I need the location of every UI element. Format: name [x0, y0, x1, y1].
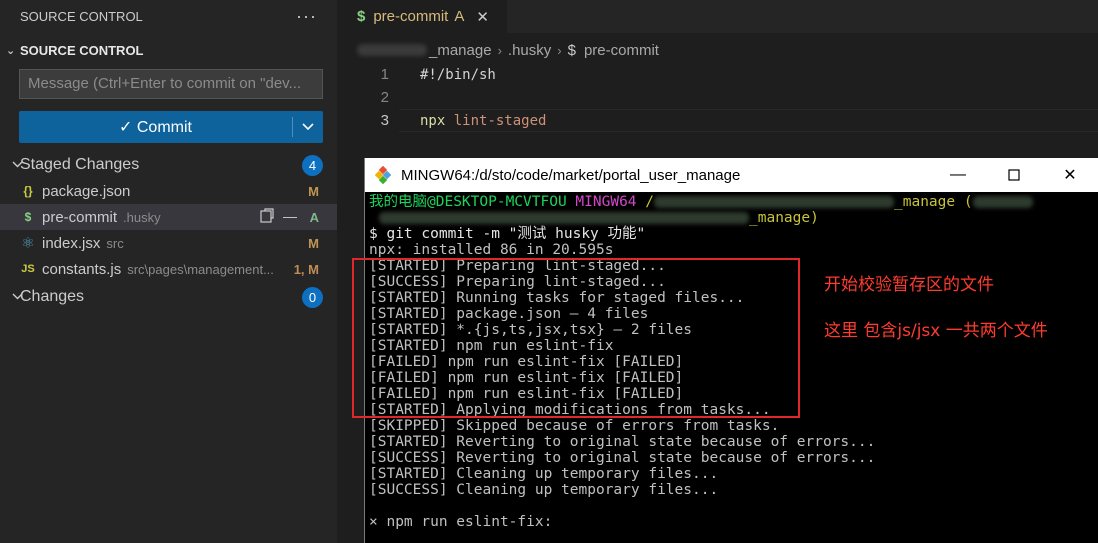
git-icon	[374, 165, 393, 185]
highlight-box	[352, 258, 800, 418]
breadcrumb-item[interactable]: _manage	[429, 42, 492, 59]
blurred-text	[972, 196, 1033, 208]
close-icon[interactable]: ✕	[1042, 158, 1098, 192]
annotation-note: 开始校验暂存区的文件	[824, 275, 994, 295]
shell-file-icon: $	[24, 210, 32, 224]
chevron-down-icon	[0, 160, 23, 171]
shell-file-icon: $	[567, 41, 576, 59]
staged-file-row[interactable]: {} package.json M	[0, 178, 337, 204]
shebang: #!/bin/sh	[420, 66, 496, 83]
open-file-icon[interactable]	[259, 207, 275, 227]
terminal-line: [SUCCESS] Cleaning up temporary files...	[369, 482, 719, 498]
file-name: pre-commit	[42, 208, 118, 226]
blurred-text	[357, 44, 427, 56]
staged-file-row[interactable]: JS constants.js src\pages\management... …	[0, 256, 337, 282]
code-line[interactable]: 2	[337, 86, 389, 109]
file-status: M	[308, 183, 319, 199]
terminal-prompt-line2: _manage)	[369, 210, 1098, 226]
terminal-titlebar: MINGW64:/d/sto/code/market/portal_user_m…	[365, 158, 1098, 192]
code-argument: lint-staged	[453, 112, 547, 129]
file-name: constants.js	[42, 260, 122, 278]
prompt-user: 我的电脑@DESKTOP-MCVTFOU	[369, 194, 567, 210]
source-control-section[interactable]: ⌄ SOURCE CONTROL	[0, 33, 337, 67]
prompt-path: /	[645, 194, 654, 210]
terminal-title: MINGW64:/d/sto/code/market/portal_user_m…	[401, 166, 741, 184]
file-path: src\pages\management...	[127, 261, 274, 277]
file-name: index.jsx	[42, 234, 101, 252]
tab-label: pre-commit	[373, 8, 449, 25]
changes-group[interactable]: Changes 0	[0, 284, 337, 310]
terminal-line: [STARTED] Cleaning up temporary files...	[369, 466, 719, 482]
line-number: 2	[380, 89, 389, 106]
terminal-line: npx: installed 86 in 20.595s	[369, 242, 614, 258]
blurred-text	[379, 212, 749, 224]
minimize-icon[interactable]: —	[930, 158, 986, 192]
shell-file-icon: $	[357, 8, 366, 25]
chevron-right-icon: ›	[497, 42, 502, 58]
line-number: 1	[380, 66, 389, 83]
staged-file-row[interactable]: ⚛ index.jsx src M	[0, 230, 337, 256]
tab-status: A	[454, 8, 465, 25]
code-text: npx lint-staged	[420, 113, 546, 129]
changes-label: Changes	[20, 288, 85, 305]
javascript-file-icon: JS	[21, 263, 35, 275]
ellipsis-icon[interactable]: ···	[296, 6, 317, 27]
code-line[interactable]: 1 #!/bin/sh	[337, 63, 496, 86]
file-status: 1, M	[293, 261, 319, 277]
file-name: package.json	[42, 182, 131, 200]
annotation-note: 这里 包含js/jsx 一共两个文件	[824, 321, 1048, 341]
code-text: #!/bin/sh	[420, 67, 496, 83]
row-actions: —	[259, 208, 297, 227]
file-path: src	[106, 235, 124, 251]
commit-button[interactable]: ✓ Commit	[19, 111, 292, 143]
section-title: SOURCE CONTROL	[20, 42, 144, 58]
breadcrumb: _manage › .husky › $ pre-commit	[337, 33, 1098, 67]
terminal-line: [SUCCESS] Reverting to original state be…	[369, 450, 876, 466]
terminal-command: $ git commit -m "测试 husky 功能"	[369, 226, 646, 242]
terminal-line: × npm run eslint-fix:	[369, 514, 553, 530]
commit-message-input[interactable]: Message (Ctrl+Enter to commit on "dev...	[19, 69, 323, 99]
file-status: M	[308, 235, 319, 251]
changes-count-badge: 0	[302, 286, 323, 308]
react-file-icon: ⚛	[21, 235, 35, 252]
file-path: .husky	[123, 209, 161, 225]
staged-changes-group[interactable]: Staged Changes 4	[0, 152, 337, 178]
chevron-right-icon: ›	[557, 42, 562, 58]
window-controls: — ✕	[930, 158, 1098, 192]
staged-count-badge: 4	[302, 154, 323, 176]
terminal-line: [SKIPPED] Skipped because of errors from…	[369, 418, 780, 434]
terminal-prompt: 我的电脑@DESKTOP-MCVTFOU MINGW64 / _manage (	[369, 194, 1098, 210]
chevron-down-icon: ⌄	[6, 44, 16, 57]
sidebar-header: SOURCE CONTROL ···	[0, 0, 337, 33]
prompt-path-end: _manage)	[749, 210, 819, 226]
line-number: 3	[380, 112, 389, 129]
file-status: A	[309, 209, 319, 225]
sidebar-title: SOURCE CONTROL	[20, 9, 143, 24]
tab-pre-commit[interactable]: $ pre-commit A ✕	[337, 0, 507, 33]
maximize-icon[interactable]	[986, 158, 1042, 192]
source-control-sidebar: SOURCE CONTROL ··· ⌄ SOURCE CONTROL Mess…	[0, 0, 337, 543]
blurred-text	[654, 196, 894, 208]
unstage-icon[interactable]: —	[283, 208, 297, 227]
chevron-down-icon	[0, 292, 23, 303]
staged-file-row[interactable]: $ pre-commit .husky — A	[0, 204, 337, 230]
breadcrumb-item[interactable]: pre-commit	[584, 42, 659, 59]
code-command: npx	[420, 112, 446, 129]
breadcrumb-item[interactable]: .husky	[508, 42, 551, 59]
chevron-down-icon[interactable]	[293, 111, 323, 143]
tab-bar: $ pre-commit A ✕	[337, 0, 1098, 33]
commit-button-group: ✓ Commit	[19, 111, 323, 143]
prompt-path-end: _manage (	[894, 194, 973, 210]
close-icon[interactable]: ✕	[476, 8, 489, 26]
terminal-line: [STARTED] Reverting to original state be…	[369, 434, 876, 450]
json-file-icon: {}	[23, 184, 33, 198]
prompt-env: MINGW64	[575, 194, 637, 210]
code-line[interactable]: 3 npx lint-staged	[337, 109, 547, 132]
staged-changes-label: Staged Changes	[20, 156, 140, 173]
